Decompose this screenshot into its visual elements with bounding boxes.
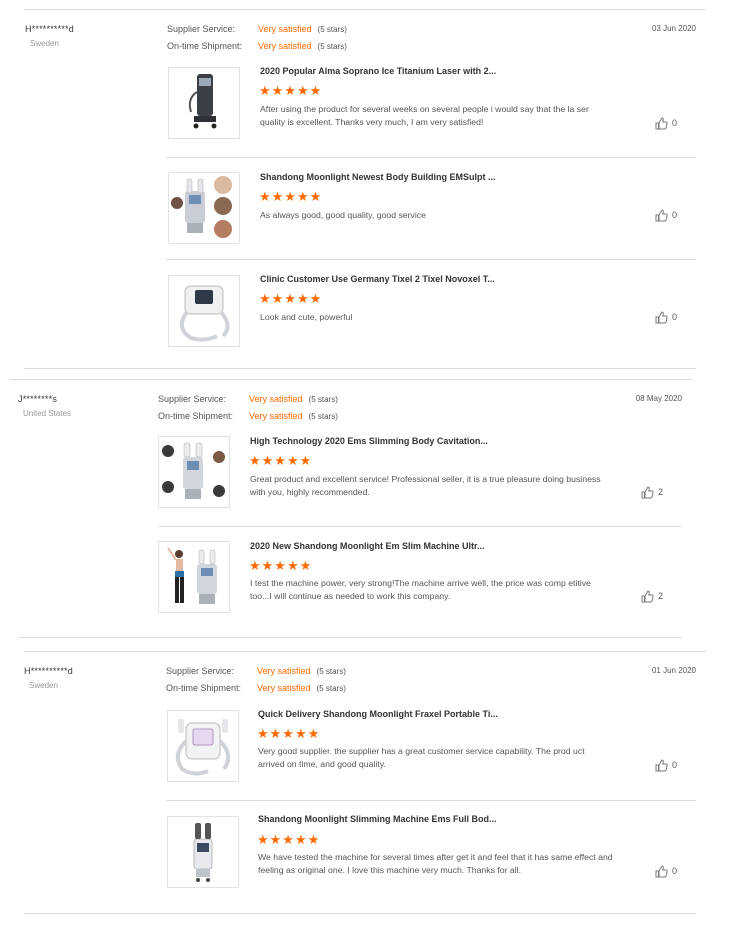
shipment-label: On-time Shipment: bbox=[166, 683, 242, 693]
review-comment: After using the product for several week… bbox=[260, 104, 589, 127]
reviewer-name: H**********d bbox=[25, 24, 74, 34]
thumbs-up-icon bbox=[655, 117, 668, 130]
like-count: 0 bbox=[672, 117, 678, 128]
review-block: H**********d Sweden Supplier Service: Ver… bbox=[0, 0, 750, 370]
product-rating-stars: ★★★★★ bbox=[249, 558, 313, 573]
product-title[interactable]: Shandong Moonlight Slimming Machine Ems … bbox=[258, 814, 497, 824]
like-button[interactable]: 0 bbox=[655, 865, 677, 878]
shipment-stars: (5 stars) bbox=[316, 684, 346, 693]
review-comment: As always good, good quality, good servi… bbox=[260, 210, 426, 220]
review-date: 03 Jun 2020 bbox=[651, 24, 696, 33]
shipment-value: Very satisfied bbox=[257, 683, 311, 693]
like-count: 0 bbox=[672, 209, 678, 220]
product-rating-stars: ★★★★★ bbox=[259, 189, 323, 204]
product-image[interactable] bbox=[167, 710, 239, 782]
product-divider bbox=[18, 637, 682, 638]
reviewer-country: Sweden bbox=[29, 681, 58, 690]
product-title[interactable]: 2020 New Shandong Moonlight Em Slim Mach… bbox=[250, 541, 485, 551]
supplier-service-stars: (5 stars) bbox=[316, 667, 346, 676]
supplier-service-value: Very satisfied bbox=[257, 666, 311, 676]
product-title[interactable]: High Technology 2020 Ems Slimming Body C… bbox=[250, 436, 488, 446]
product-divider bbox=[166, 259, 696, 260]
review-comment: I test the machine power, very strong!Th… bbox=[250, 578, 591, 601]
supplier-service-label: Supplier Service: bbox=[166, 666, 235, 676]
product-image[interactable] bbox=[158, 541, 230, 613]
review-comment: Great product and excellent service! Pro… bbox=[250, 474, 601, 497]
shipment-label: On-time Shipment: bbox=[158, 411, 234, 421]
product-image[interactable] bbox=[168, 275, 240, 347]
like-button[interactable]: 2 bbox=[641, 486, 663, 499]
shipment-label: On-time Shipment: bbox=[167, 41, 243, 51]
reviewer-name: J********s bbox=[18, 394, 58, 404]
thumbs-up-icon bbox=[655, 865, 668, 878]
shipment-value: Very satisfied bbox=[258, 41, 312, 51]
model-with-machine-icon bbox=[167, 547, 217, 604]
product-title[interactable]: Clinic Customer Use Germany Tixel 2 Tixe… bbox=[260, 274, 495, 284]
review-comment: Look and cute, powerful bbox=[260, 312, 353, 322]
portable-device-icon bbox=[175, 719, 231, 776]
thumbs-up-icon bbox=[641, 486, 654, 499]
supplier-service-label: Supplier Service: bbox=[158, 394, 227, 404]
slim-tower-icon bbox=[193, 823, 213, 882]
supplier-service-label: Supplier Service: bbox=[167, 24, 236, 34]
reviewer-country: United States bbox=[23, 409, 72, 418]
product-divider bbox=[158, 526, 682, 527]
review-comment: Very good supplier. the supplier has a g… bbox=[258, 746, 585, 769]
like-button[interactable]: 0 bbox=[655, 759, 677, 772]
product-image[interactable] bbox=[168, 67, 240, 139]
supplier-service-stars: (5 stars) bbox=[317, 25, 347, 34]
product-divider bbox=[24, 913, 696, 914]
tower-laser-icon bbox=[188, 74, 217, 129]
review-block: H**********d Sweden Supplier Service: Ver… bbox=[0, 642, 750, 925]
product-rating-stars: ★★★★★ bbox=[249, 453, 313, 468]
like-count: 0 bbox=[672, 865, 678, 876]
tixel-device-icon bbox=[179, 285, 230, 342]
supplier-service-value: Very satisfied bbox=[249, 394, 303, 404]
product-title[interactable]: 2020 Popular Alma Soprano Ice Titanium L… bbox=[260, 66, 496, 76]
product-image[interactable] bbox=[158, 436, 230, 508]
review-date: 08 May 2020 bbox=[635, 394, 682, 403]
like-button[interactable]: 0 bbox=[655, 117, 677, 130]
ems-machine-collage-icon bbox=[171, 176, 232, 238]
product-rating-stars: ★★★★★ bbox=[257, 832, 321, 847]
review-comment: We have tested the machine for several t… bbox=[258, 852, 613, 875]
like-count: 0 bbox=[672, 759, 678, 770]
like-button[interactable]: 0 bbox=[655, 209, 677, 222]
product-image[interactable] bbox=[167, 816, 239, 888]
product-title[interactable]: Shandong Moonlight Newest Body Building … bbox=[260, 172, 495, 182]
ems-machine-collage-icon bbox=[162, 442, 225, 499]
product-rating-stars: ★★★★★ bbox=[259, 291, 323, 306]
reviewer-country: Sweden bbox=[30, 39, 59, 48]
thumbs-up-icon bbox=[655, 209, 668, 222]
like-button[interactable]: 0 bbox=[655, 311, 677, 324]
like-count: 2 bbox=[658, 486, 664, 497]
product-divider bbox=[166, 800, 696, 801]
supplier-service-rating: Supplier Service: Very satisfied (5 stars) bbox=[166, 666, 346, 676]
product-image[interactable] bbox=[168, 172, 240, 244]
review-block: J********s United States Supplier Servic… bbox=[0, 370, 750, 640]
product-rating-stars: ★★★★★ bbox=[257, 726, 321, 741]
review-date: 01 Jun 2020 bbox=[651, 666, 696, 675]
product-divider bbox=[24, 368, 696, 369]
supplier-service-rating: Supplier Service: Very satisfied (5 stars) bbox=[158, 394, 338, 404]
reviewer-name: H**********d bbox=[24, 666, 73, 676]
supplier-service-value: Very satisfied bbox=[258, 24, 312, 34]
supplier-service-rating: Supplier Service: Very satisfied (5 stars) bbox=[167, 24, 347, 34]
shipment-value: Very satisfied bbox=[249, 411, 303, 421]
shipment-stars: (5 stars) bbox=[308, 412, 338, 421]
product-rating-stars: ★★★★★ bbox=[259, 83, 323, 98]
product-divider bbox=[166, 157, 696, 158]
supplier-service-stars: (5 stars) bbox=[308, 395, 338, 404]
product-title[interactable]: Quick Delivery Shandong Moonlight Fraxel… bbox=[258, 709, 498, 719]
shipment-stars: (5 stars) bbox=[317, 42, 347, 51]
shipment-rating: On-time Shipment: Very satisfied (5 stars) bbox=[158, 411, 338, 421]
shipment-rating: On-time Shipment: Very satisfied (5 stars) bbox=[166, 683, 346, 693]
thumbs-up-icon bbox=[655, 759, 668, 772]
like-count: 2 bbox=[658, 590, 664, 601]
thumbs-up-icon bbox=[641, 590, 654, 603]
like-count: 0 bbox=[672, 311, 678, 322]
shipment-rating: On-time Shipment: Very satisfied (5 stars) bbox=[167, 41, 347, 51]
like-button[interactable]: 2 bbox=[641, 590, 663, 603]
thumbs-up-icon bbox=[655, 311, 668, 324]
